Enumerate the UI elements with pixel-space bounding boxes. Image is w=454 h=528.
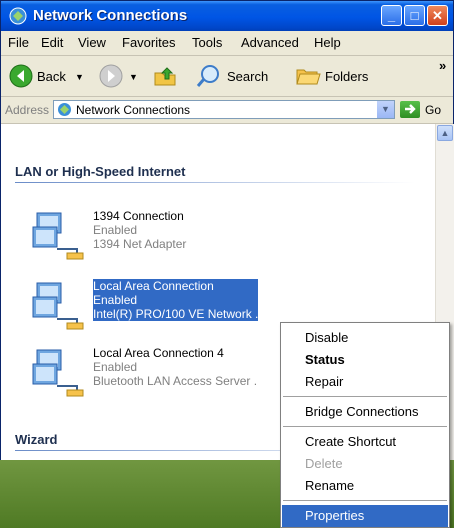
menu-item-status[interactable]: Status <box>282 349 448 371</box>
minimize-button[interactable]: _ <box>381 5 402 26</box>
connection-device: Bluetooth LAN Access Server . <box>93 374 258 388</box>
menu-separator <box>283 426 447 427</box>
forward-dropdown-icon[interactable]: ▼ <box>129 72 138 82</box>
connection-text: 1394 Connection Enabled 1394 Net Adapter <box>93 209 186 251</box>
menu-view[interactable]: View <box>78 35 106 50</box>
menu-item-delete: Delete <box>305 456 343 471</box>
folders-label: Folders <box>325 69 369 84</box>
forward-button[interactable]: ▼ <box>97 56 147 96</box>
group-divider <box>15 182 415 183</box>
folders-icon <box>296 69 321 85</box>
network-connections-icon <box>9 7 27 25</box>
context-menu: Disable Status Repair Bridge Connections… <box>280 322 450 528</box>
connection-status: Enabled <box>93 293 138 307</box>
connection-device: Intel(R) PRO/100 VE Network . <box>93 307 259 321</box>
search-icon <box>196 65 219 87</box>
menu-edit[interactable]: Edit <box>41 35 63 50</box>
group-heading-wizard: Wizard <box>15 432 58 447</box>
search-label: Search <box>227 69 269 84</box>
close-button[interactable]: ✕ <box>427 5 448 26</box>
window-title: Network Connections <box>33 7 188 24</box>
menu-separator <box>283 500 447 501</box>
network-connection-icon <box>32 282 84 330</box>
minimize-icon: _ <box>387 8 396 23</box>
back-label: Back <box>37 69 66 84</box>
connection-status: Enabled <box>93 223 138 237</box>
forward-arrow-icon <box>99 64 123 88</box>
connection-name: Local Area Connection 4 <box>93 346 224 360</box>
menu-tools[interactable]: Tools <box>192 35 222 50</box>
menu-item-rename[interactable]: Rename <box>282 475 448 497</box>
connection-item-local-area-4[interactable]: Local Area Connection 4 Enabled Bluetoot… <box>31 346 311 404</box>
menu-help[interactable]: Help <box>314 35 341 50</box>
connection-item-1394[interactable]: 1394 Connection Enabled 1394 Net Adapter <box>31 209 311 267</box>
connection-name: Local Area Connection <box>93 279 214 293</box>
connection-name: 1394 Connection <box>93 209 184 223</box>
menu-favorites[interactable]: Favorites <box>122 35 175 50</box>
menu-item-repair[interactable]: Repair <box>282 371 448 393</box>
network-connection-icon <box>32 212 84 260</box>
connection-text: Local Area Connection 4 Enabled Bluetoot… <box>93 346 257 388</box>
close-icon: ✕ <box>432 8 443 23</box>
back-button[interactable]: Back ▼ <box>7 56 101 96</box>
menu-separator <box>283 396 447 397</box>
folders-button[interactable]: Folders <box>293 56 399 96</box>
maximize-button[interactable]: □ <box>404 5 425 26</box>
go-arrow-icon[interactable] <box>400 101 420 118</box>
network-connection-icon <box>32 349 84 397</box>
menu-item-disable[interactable]: Disable <box>282 327 448 349</box>
address-value: Network Connections <box>76 103 191 117</box>
maximize-icon: □ <box>410 8 419 23</box>
toolbar: Back ▼ ▼ Search Folders » <box>1 56 453 97</box>
search-button[interactable]: Search <box>191 56 286 96</box>
menu-file[interactable]: File <box>8 35 29 50</box>
back-arrow-icon <box>9 64 33 88</box>
connection-text: Local Area Connection Enabled Intel(R) P… <box>93 279 259 321</box>
address-label: Address <box>5 103 50 117</box>
address-dropdown-icon[interactable]: ▼ <box>377 101 394 118</box>
back-dropdown-icon[interactable]: ▼ <box>75 72 84 82</box>
menu-item-bridge-connections[interactable]: Bridge Connections <box>282 401 448 423</box>
connection-status: Enabled <box>93 360 138 374</box>
scroll-up-icon[interactable]: ▲ <box>437 125 453 141</box>
connection-device: 1394 Net Adapter <box>93 237 187 251</box>
menu-bar: File Edit View Favorites Tools Advanced … <box>1 31 453 80</box>
menu-advanced[interactable]: Advanced <box>241 35 299 50</box>
toolbar-overflow-icon[interactable]: » <box>439 58 446 73</box>
network-connections-small-icon <box>58 103 71 116</box>
menu-item-properties[interactable]: Properties <box>282 505 448 527</box>
address-bar: Address Network Connections ▼ Go <box>1 97 453 124</box>
up-folder-icon[interactable] <box>153 64 177 88</box>
address-input[interactable]: Network Connections ▼ <box>53 100 395 119</box>
title-bar[interactable]: Network Connections _ □ ✕ <box>1 1 453 31</box>
go-button[interactable]: Go <box>425 103 441 117</box>
menu-item-create-shortcut[interactable]: Create Shortcut <box>282 431 448 453</box>
group-heading-lan: LAN or High-Speed Internet <box>15 164 186 179</box>
connection-item-local-area[interactable]: Local Area Connection Enabled Intel(R) P… <box>31 279 311 337</box>
